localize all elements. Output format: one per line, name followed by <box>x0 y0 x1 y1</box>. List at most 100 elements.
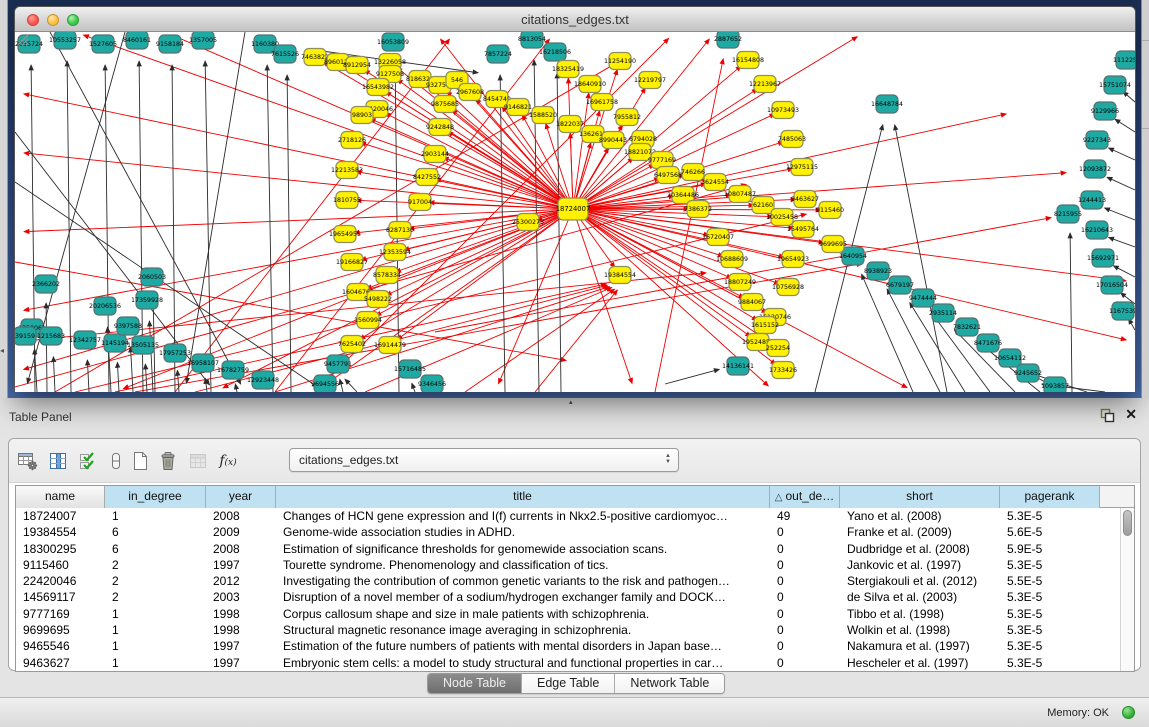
table-settings-button[interactable] <box>15 447 41 475</box>
graph-node[interactable]: 19384554 <box>604 267 636 284</box>
graph-node[interactable]: 39159 <box>15 327 36 345</box>
graph-node[interactable]: 1244413 <box>1078 191 1106 209</box>
create-column-button[interactable] <box>127 447 153 475</box>
graph-node[interactable]: 16720407 <box>702 229 734 246</box>
table-cell[interactable]: 9777169 <box>16 606 105 622</box>
graph-node[interactable]: 1145194 <box>101 334 129 352</box>
tab-node-table[interactable]: Node Table <box>428 674 522 693</box>
graph-node[interactable]: 10688609 <box>716 251 748 268</box>
graph-node[interactable]: 2718126 <box>338 132 366 149</box>
table-cell[interactable]: 0 <box>770 655 840 671</box>
table-cell[interactable]: Dudbridge et al. (2008) <box>840 541 1000 557</box>
results-panel-edge[interactable] <box>1141 0 1149 398</box>
graph-node[interactable]: 9227343 <box>1083 131 1111 149</box>
graph-node[interactable]: 1615152 <box>751 317 779 334</box>
scrollbar-thumb[interactable] <box>1123 510 1132 536</box>
table-cell[interactable]: Investigating the contribution of common… <box>276 573 770 589</box>
table-cell[interactable]: 5.3E-5 <box>1000 557 1100 573</box>
graph-node[interactable]: 1527605 <box>89 35 117 53</box>
graph-node[interactable]: 10756928 <box>772 279 804 296</box>
table-cell[interactable]: 5.3E-5 <box>1000 508 1100 524</box>
column-header-year[interactable]: year <box>206 486 276 508</box>
graph-node[interactable]: 10807487 <box>724 186 756 203</box>
graph-node[interactable]: 9146821 <box>504 99 532 116</box>
close-panel-icon[interactable]: ✕ <box>1125 406 1137 423</box>
table-cell[interactable]: 5.6E-5 <box>1000 524 1100 540</box>
graph-node[interactable]: 746266 <box>681 164 705 181</box>
table-cell[interactable]: 0 <box>770 589 840 605</box>
table-row[interactable]: 1456911722003Disruption of a novel membe… <box>16 589 1134 605</box>
graph-node[interactable]: 9699695 <box>819 236 847 253</box>
graph-node[interactable]: 9875685 <box>431 96 459 113</box>
resize-grip-icon[interactable] <box>15 32 29 46</box>
table-cell[interactable]: 19384554 <box>16 524 105 540</box>
graph-node[interactable]: 18724007 <box>556 198 591 220</box>
column-header-short[interactable]: short <box>840 486 1000 508</box>
table-cell[interactable]: 5.3E-5 <box>1000 655 1100 671</box>
graph-node[interactable]: 6679197 <box>886 276 914 294</box>
panel-collapse-arrow-icon[interactable]: ◂ <box>0 346 4 355</box>
table-cell[interactable]: 1997 <box>206 638 276 654</box>
graph-node[interactable]: 8578334 <box>373 267 401 284</box>
graph-node[interactable]: 1357005 <box>189 32 217 49</box>
graph-node[interactable]: 16053809 <box>377 33 409 51</box>
graph-node[interactable]: 16961758 <box>586 94 618 111</box>
graph-node[interactable]: 12213967 <box>749 76 781 93</box>
graph-node[interactable]: 8427552 <box>413 169 441 186</box>
show-columns-button[interactable] <box>45 447 71 475</box>
graph-node[interactable]: 9694556 <box>311 375 339 392</box>
graph-node[interactable]: 12219797 <box>634 72 666 89</box>
graph-node[interactable]: 7625402 <box>338 336 366 353</box>
graph-node[interactable]: 7386372 <box>684 201 712 218</box>
table-cell[interactable]: 5.3E-5 <box>1000 622 1100 638</box>
delete-table-button[interactable] <box>185 447 211 475</box>
graph-node[interactable]: 1588520 <box>529 107 557 124</box>
graph-node[interactable]: 9463627 <box>791 191 819 208</box>
graph-node[interactable]: 9397588 <box>114 317 142 335</box>
graph-node[interactable]: 16210643 <box>1081 221 1113 239</box>
table-cell[interactable]: Wolkin et al. (1998) <box>840 622 1000 638</box>
table-cell[interactable]: 6 <box>105 541 206 557</box>
table-cell[interactable]: Genome-wide association studies in ADHD. <box>276 524 770 540</box>
graph-node[interactable]: 9474444 <box>909 289 937 307</box>
table-cell[interactable]: 1 <box>105 655 206 671</box>
column-header-pagerank[interactable]: pagerank <box>1000 486 1100 508</box>
table-row[interactable]: 2242004622012Investigating the contribut… <box>16 573 1134 589</box>
table-cell[interactable]: Nakamura et al. (1997) <box>840 638 1000 654</box>
graph-node[interactable]: 17016504 <box>1096 276 1128 294</box>
graph-node[interactable]: 2903144 <box>421 146 449 163</box>
table-cell[interactable]: 2008 <box>206 508 276 524</box>
table-cell[interactable]: 22420046 <box>16 573 105 589</box>
table-cell[interactable]: 49 <box>770 508 840 524</box>
graph-node[interactable]: 15751074 <box>1099 76 1131 94</box>
graph-node[interactable]: 8471676 <box>974 334 1002 352</box>
graph-node[interactable]: 7857224 <box>484 45 512 63</box>
table-row[interactable]: 1830029562008Estimation of significance … <box>16 541 1134 557</box>
table-cell[interactable]: 1 <box>105 606 206 622</box>
graph-node[interactable]: 8990443 <box>599 132 627 149</box>
graph-node[interactable]: 917004 <box>408 194 432 211</box>
table-cell[interactable]: 0 <box>770 622 840 638</box>
graph-node[interactable]: 5498222 <box>364 291 392 308</box>
table-cell[interactable]: 5.3E-5 <box>1000 606 1100 622</box>
graph-node[interactable]: 1112253 <box>1113 51 1135 69</box>
table-cell[interactable]: 0 <box>770 638 840 654</box>
column-header-out_de[interactable]: △out_de… <box>770 486 840 508</box>
graph-node[interactable]: 1733426 <box>769 362 797 379</box>
graph-node[interactable]: 8813054 <box>518 32 546 48</box>
graph-node[interactable]: 9245652 <box>1014 364 1042 382</box>
table-row[interactable]: 1872400712008Changes of HCN gene express… <box>16 508 1134 524</box>
network-view-window[interactable]: citations_edges.txt 20557241055325715276… <box>14 6 1136 392</box>
table-cell[interactable]: 0 <box>770 606 840 622</box>
table-cell[interactable]: Estimation of the future numbers of pati… <box>276 638 770 654</box>
graph-node[interactable]: 2967608 <box>456 84 484 101</box>
graph-node[interactable]: 19166827 <box>336 254 368 271</box>
graph-node[interactable]: 18807249 <box>724 274 756 291</box>
graph-node[interactable]: 9242848 <box>426 119 454 136</box>
graph-node[interactable]: 19654923 <box>777 251 809 268</box>
graph-node[interactable]: 10973493 <box>767 102 799 119</box>
graph-node[interactable]: 15692971 <box>1087 249 1119 267</box>
graph-node[interactable]: 16154808 <box>732 52 764 69</box>
graph-node[interactable]: 9158184 <box>156 35 184 53</box>
graph-node[interactable]: 98903 <box>351 107 373 124</box>
